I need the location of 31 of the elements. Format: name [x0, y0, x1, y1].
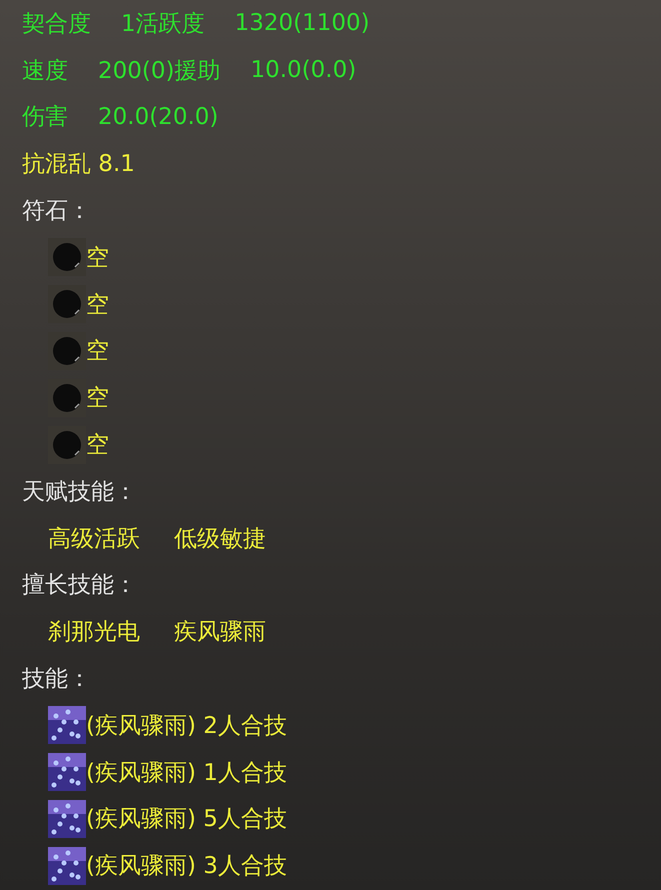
skill-name: 疾风骤雨 — [174, 618, 266, 648]
slot-label: 空 — [86, 431, 109, 460]
stat-text: 200(0)援助 — [98, 56, 220, 86]
stat-text: 10.0(0.0) — [250, 57, 356, 84]
slot-label: 空 — [86, 384, 109, 414]
skill-name: (疾风骤雨) 2人合技 — [86, 712, 287, 741]
skill-name: 低级敏捷 — [174, 524, 266, 554]
skill-icon — [48, 706, 86, 744]
skill-icon — [48, 846, 86, 885]
skill-icon — [48, 753, 86, 792]
empty-slot-icon — [48, 238, 86, 276]
skill-icon — [48, 800, 86, 838]
skill-name: (疾风骤雨) 5人合技 — [86, 805, 287, 834]
stat-text: 契合度 — [22, 10, 91, 39]
slot-label: 空 — [86, 337, 109, 366]
stat-text: 抗混乱 8.1 — [22, 150, 135, 180]
stat-text: 1320(1100) — [234, 10, 370, 36]
slot-label: 空 — [86, 290, 109, 320]
section-heading: 技能： — [22, 665, 91, 694]
stat-text: 伤害 — [22, 103, 68, 132]
stat-text: 20.0(20.0) — [98, 104, 218, 130]
slot-label: 空 — [86, 244, 109, 273]
skill-name: 高级活跃 — [48, 524, 140, 554]
section-heading: 天赋技能： — [22, 478, 137, 507]
section-heading: 符石： — [22, 197, 91, 226]
stat-text: 1活跃度 — [121, 10, 205, 39]
stat-text: 速度 — [22, 56, 68, 86]
skill-name: (疾风骤雨) 1人合技 — [86, 758, 287, 788]
section-heading: 擅长技能： — [22, 571, 137, 600]
skill-name: (疾风骤雨) 3人合技 — [86, 852, 287, 882]
skill-name: 刹那光电 — [48, 618, 140, 648]
